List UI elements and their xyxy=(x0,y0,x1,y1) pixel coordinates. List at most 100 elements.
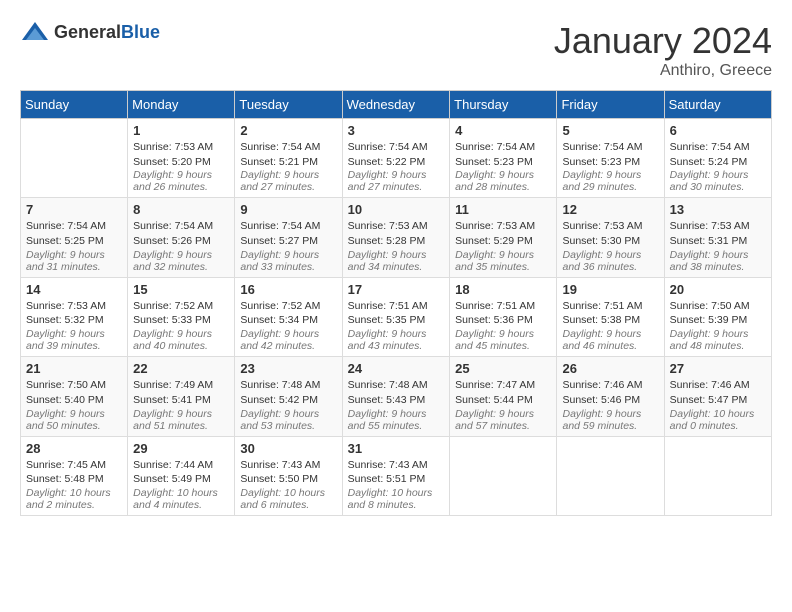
daylight-hours: Daylight: 9 hours and 50 minutes. xyxy=(26,408,122,432)
day-number: 19 xyxy=(562,282,658,297)
daylight-hours: Daylight: 9 hours and 40 minutes. xyxy=(133,328,229,352)
calendar-cell: 26Sunrise: 7:46 AMSunset: 5:46 PMDayligh… xyxy=(557,357,664,436)
calendar-cell xyxy=(557,436,664,515)
day-header-wednesday: Wednesday xyxy=(342,91,450,119)
title-block: January 2024 Anthiro, Greece xyxy=(554,20,772,80)
calendar-cell: 12 Sunrise: 7:53 AMSunset: 5:30 PMDayligh… xyxy=(557,198,664,277)
calendar-week-row: 28Sunrise: 7:45 AMSunset: 5:48 PMDayligh… xyxy=(21,436,772,515)
calendar-cell: 20Sunrise: 7:50 AMSunset: 5:39 PMDayligh… xyxy=(664,277,771,356)
daylight-hours: Daylight: 9 hours and 34 minutes. xyxy=(348,249,445,273)
sun-info: Sunrise: 7:47 AM xyxy=(455,378,551,393)
calendar-cell: 11Sunrise: 7:53 AMSunset: 5:29 PMDayligh… xyxy=(450,198,557,277)
day-number: 16 xyxy=(240,282,336,297)
calendar-cell: 8Sunrise: 7:54 AMSunset: 5:26 PMDaylight… xyxy=(128,198,235,277)
calendar-week-row: 1Sunrise: 7:53 AMSunset: 5:20 PMDaylight… xyxy=(21,119,772,198)
daylight-hours: Daylight: 10 hours and 8 minutes. xyxy=(348,487,445,511)
logo: GeneralBlue xyxy=(20,20,160,44)
day-number: 11 xyxy=(455,202,551,217)
sun-info: Sunset: 5:43 PM xyxy=(348,393,445,408)
daylight-hours: Daylight: 9 hours and 36 minutes. xyxy=(562,249,658,273)
sun-info: Sunrise: 7:49 AM xyxy=(133,378,229,393)
sun-info: Sunset: 5:51 PM xyxy=(348,472,445,487)
sun-info: Sunset: 5:27 PM xyxy=(240,234,336,249)
sun-info: Sunrise: 7:54 AM xyxy=(455,140,551,155)
day-number: 12 xyxy=(562,202,658,217)
logo-text-general: General xyxy=(54,22,121,42)
calendar-cell: 30Sunrise: 7:43 AMSunset: 5:50 PMDayligh… xyxy=(235,436,342,515)
calendar-week-row: 14Sunrise: 7:53 AMSunset: 5:32 PMDayligh… xyxy=(21,277,772,356)
daylight-hours: Daylight: 9 hours and 35 minutes. xyxy=(455,249,551,273)
calendar-cell: 25Sunrise: 7:47 AMSunset: 5:44 PMDayligh… xyxy=(450,357,557,436)
location-subtitle: Anthiro, Greece xyxy=(554,62,772,80)
sun-info: Sunrise: 7:44 AM xyxy=(133,458,229,473)
daylight-hours: Daylight: 9 hours and 39 minutes. xyxy=(26,328,122,352)
day-number: 3 xyxy=(348,123,445,138)
calendar-cell xyxy=(21,119,128,198)
sun-info: Sunrise: 7:53 AM xyxy=(670,219,766,234)
sun-info: Sunset: 5:31 PM xyxy=(670,234,766,249)
sun-info: Sunrise: 7:54 AM xyxy=(240,140,336,155)
day-number: 8 xyxy=(133,202,229,217)
day-number: 20 xyxy=(670,282,766,297)
calendar-cell: 9Sunrise: 7:54 AMSunset: 5:27 PMDaylight… xyxy=(235,198,342,277)
sun-info: Sunset: 5:30 PM xyxy=(562,234,658,249)
day-number: 15 xyxy=(133,282,229,297)
sun-info: Sunrise: 7:45 AM xyxy=(26,458,122,473)
sun-info: Sunrise: 7:54 AM xyxy=(670,140,766,155)
day-number: 1 xyxy=(133,123,229,138)
day-header-monday: Monday xyxy=(128,91,235,119)
daylight-hours: Daylight: 9 hours and 27 minutes. xyxy=(240,169,336,193)
sun-info: Sunset: 5:28 PM xyxy=(348,234,445,249)
sun-info: Sunrise: 7:51 AM xyxy=(455,299,551,314)
calendar-table: SundayMondayTuesdayWednesdayThursdayFrid… xyxy=(20,90,772,516)
sun-info: Sunset: 5:24 PM xyxy=(670,155,766,170)
calendar-cell: 16Sunrise: 7:52 AMSunset: 5:34 PMDayligh… xyxy=(235,277,342,356)
sun-info: Sunrise: 7:53 AM xyxy=(133,140,229,155)
day-number: 13 xyxy=(670,202,766,217)
sun-info: Sunrise: 7:48 AM xyxy=(240,378,336,393)
logo-text-blue: Blue xyxy=(121,22,160,42)
day-number: 31 xyxy=(348,441,445,456)
daylight-hours: Daylight: 9 hours and 51 minutes. xyxy=(133,408,229,432)
daylight-hours: Daylight: 9 hours and 42 minutes. xyxy=(240,328,336,352)
calendar-cell: 21Sunrise: 7:50 AMSunset: 5:40 PMDayligh… xyxy=(21,357,128,436)
sun-info: Sunset: 5:35 PM xyxy=(348,313,445,328)
sun-info: Sunrise: 7:53 AM xyxy=(562,219,658,234)
calendar-cell xyxy=(450,436,557,515)
sun-info: Sunset: 5:39 PM xyxy=(670,313,766,328)
sun-info: Sunset: 5:34 PM xyxy=(240,313,336,328)
sun-info: Sunrise: 7:52 AM xyxy=(133,299,229,314)
sun-info: Sunset: 5:23 PM xyxy=(455,155,551,170)
day-number: 23 xyxy=(240,361,336,376)
day-number: 30 xyxy=(240,441,336,456)
daylight-hours: Daylight: 9 hours and 33 minutes. xyxy=(240,249,336,273)
day-number: 25 xyxy=(455,361,551,376)
calendar-cell: 19Sunrise: 7:51 AMSunset: 5:38 PMDayligh… xyxy=(557,277,664,356)
calendar-cell: 23Sunrise: 7:48 AMSunset: 5:42 PMDayligh… xyxy=(235,357,342,436)
day-number: 7 xyxy=(26,202,122,217)
daylight-hours: Daylight: 10 hours and 6 minutes. xyxy=(240,487,336,511)
sun-info: Sunrise: 7:54 AM xyxy=(562,140,658,155)
sun-info: Sunset: 5:32 PM xyxy=(26,313,122,328)
sun-info: Sunrise: 7:51 AM xyxy=(562,299,658,314)
sun-info: Sunrise: 7:51 AM xyxy=(348,299,445,314)
calendar-cell: 28Sunrise: 7:45 AMSunset: 5:48 PMDayligh… xyxy=(21,436,128,515)
day-number: 9 xyxy=(240,202,336,217)
calendar-cell: 18Sunrise: 7:51 AMSunset: 5:36 PMDayligh… xyxy=(450,277,557,356)
day-number: 2 xyxy=(240,123,336,138)
day-header-thursday: Thursday xyxy=(450,91,557,119)
calendar-cell: 3Sunrise: 7:54 AMSunset: 5:22 PMDaylight… xyxy=(342,119,450,198)
sun-info: Sunset: 5:42 PM xyxy=(240,393,336,408)
daylight-hours: Daylight: 9 hours and 43 minutes. xyxy=(348,328,445,352)
sun-info: Sunset: 5:41 PM xyxy=(133,393,229,408)
day-number: 4 xyxy=(455,123,551,138)
sun-info: Sunset: 5:25 PM xyxy=(26,234,122,249)
calendar-cell: 10Sunrise: 7:53 AMSunset: 5:28 PMDayligh… xyxy=(342,198,450,277)
day-header-sunday: Sunday xyxy=(21,91,128,119)
day-number: 22 xyxy=(133,361,229,376)
daylight-hours: Daylight: 9 hours and 45 minutes. xyxy=(455,328,551,352)
daylight-hours: Daylight: 10 hours and 4 minutes. xyxy=(133,487,229,511)
calendar-header-row: SundayMondayTuesdayWednesdayThursdayFrid… xyxy=(21,91,772,119)
sun-info: Sunrise: 7:54 AM xyxy=(133,219,229,234)
day-number: 6 xyxy=(670,123,766,138)
